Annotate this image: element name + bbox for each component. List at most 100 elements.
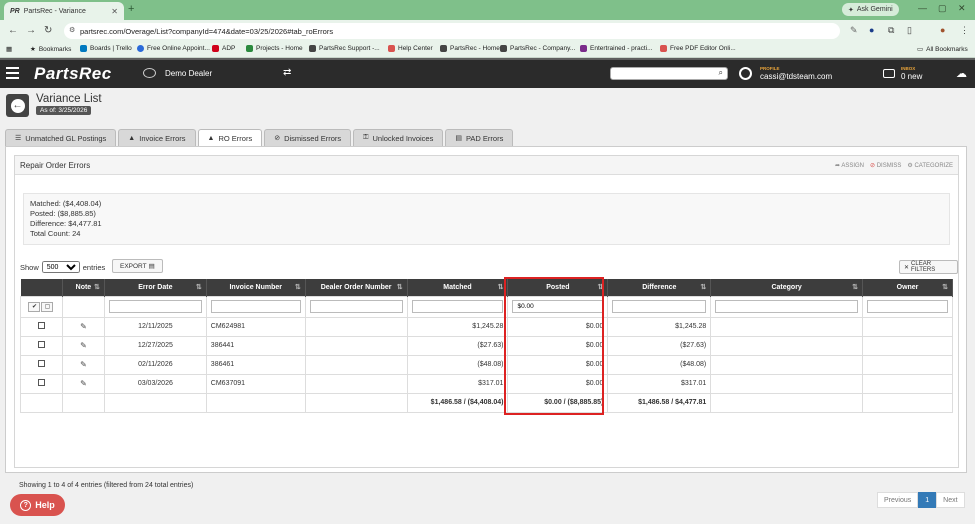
export-button[interactable]: EXPORT ▤ (112, 259, 163, 273)
extensions-puzzle-icon[interactable]: ⧉ (888, 25, 894, 36)
select-all-checkbox-icon[interactable]: ✔ (28, 301, 41, 312)
search-icon[interactable]: ⌕ (719, 68, 723, 78)
table-row[interactable]: ✎ 12/11/2025 CM624981 $1,245.28 $0.00 $1… (20, 316, 953, 337)
row-checkbox[interactable] (37, 322, 45, 329)
bookmark-item[interactable]: ADP (212, 45, 235, 52)
site-info-icon[interactable]: ⚙ (69, 26, 75, 34)
matched-filter-input[interactable] (411, 300, 504, 313)
column-header-error-date[interactable]: Error Date ⇅ (104, 279, 207, 296)
invoice-number-filter-input[interactable] (210, 300, 301, 313)
clear-filters-button[interactable]: ✕ CLEAR FILTERS (899, 260, 958, 274)
tab-invoice-errors[interactable]: ▲ Invoice Errors (118, 129, 196, 146)
table-row[interactable]: ✎ 02/11/2026 386461 ($48.08) $0.00 ($48.… (20, 354, 953, 375)
invoice-number-cell[interactable]: CM624981 (205, 316, 306, 337)
browser-menu-icon[interactable]: ⋮ (960, 25, 969, 36)
row-checkbox[interactable] (37, 379, 45, 386)
table-row[interactable]: ✎ 12/27/2025 386441 ($27.63) $0.00 ($27.… (20, 335, 953, 356)
maximize-icon[interactable]: ▢ (938, 3, 947, 14)
cloud-upload-icon[interactable]: ☁ (956, 67, 967, 80)
sort-icon[interactable]: ⇅ (498, 283, 504, 291)
edit-note-icon[interactable]: ✎ (80, 360, 87, 369)
column-header-matched[interactable]: Matched ⇅ (407, 279, 509, 296)
dealer-order-number-filter-input[interactable] (309, 300, 403, 313)
url-field[interactable]: ⚙ partsrec.com/Overage/List?companyId=47… (64, 23, 840, 39)
browser-tab-bar: PR PartsRec - Variance ✕ + ✦ Ask Gemini … (0, 0, 975, 20)
bookmark-item[interactable]: Help Center (388, 45, 433, 52)
back-nav-icon[interactable]: ← (8, 25, 18, 36)
assign-button[interactable]: ➦ ASSIGN (835, 162, 864, 169)
column-header-invoice-number[interactable]: Invoice Number ⇅ (206, 279, 306, 296)
apps-grid-icon[interactable]: ▦ (6, 45, 12, 53)
category-filter-input[interactable] (715, 300, 859, 313)
pen-extension-icon[interactable]: ✎ (850, 25, 858, 36)
bookmark-item[interactable]: ★ Bookmarks (30, 45, 71, 54)
dismiss-button[interactable]: ⊘ DISMISS (870, 162, 901, 169)
column-header-note[interactable]: Note ⇅ (62, 279, 105, 296)
error-date-filter-input[interactable] (108, 300, 202, 313)
ask-gemini-button[interactable]: ✦ Ask Gemini (842, 3, 899, 16)
forward-nav-icon[interactable]: → (26, 25, 36, 36)
tab-pad-errors[interactable]: ▤ PAD Errors (445, 129, 514, 146)
profile-user-icon[interactable] (739, 67, 752, 80)
back-button[interactable]: ← (6, 94, 29, 117)
extension-circle-icon[interactable]: ● (869, 25, 874, 35)
page-1-button[interactable]: 1 (918, 492, 937, 508)
sort-icon[interactable]: ⇅ (196, 283, 202, 291)
next-page-button[interactable]: Next (936, 492, 965, 508)
sort-icon[interactable]: ⇅ (94, 283, 100, 291)
bookmark-item[interactable]: PartsRec - Company... (500, 45, 575, 52)
owner-filter-input[interactable] (867, 300, 948, 313)
entries-select[interactable]: 500 (41, 261, 80, 273)
bookmark-item[interactable]: Entertrained - practi... (580, 45, 653, 52)
column-header-difference[interactable]: Difference ⇅ (607, 279, 712, 296)
sort-icon[interactable]: ⇅ (852, 283, 858, 291)
help-button[interactable]: ? Help (10, 494, 65, 516)
row-checkbox[interactable] (37, 341, 45, 348)
browser-tab[interactable]: PR PartsRec - Variance ✕ (4, 2, 124, 20)
close-tab-icon[interactable]: ✕ (111, 7, 118, 16)
bookmark-item[interactable]: Free Online Appoint... (137, 45, 210, 52)
table-row[interactable]: ✎ 03/03/2026 CM637091 $317.01 $0.00 $317… (20, 373, 953, 394)
new-tab-button[interactable]: + (128, 3, 134, 15)
switch-dealer-shuffle-icon[interactable]: ⇄ (283, 67, 291, 78)
sort-icon[interactable]: ⇅ (942, 283, 948, 291)
sort-icon[interactable]: ⇅ (295, 283, 301, 291)
minimize-icon[interactable]: — (918, 3, 927, 13)
tab-unlocked-invoices[interactable]: ⚿ Unlocked Invoices (353, 129, 444, 146)
bookmark-item[interactable]: Projects - Home (246, 45, 303, 52)
categorize-button[interactable]: ⚙ CATEGORIZE (907, 162, 953, 169)
deselect-all-checkbox-icon[interactable]: ▢ (41, 301, 54, 312)
sidepanel-icon[interactable]: ▯ (907, 25, 912, 36)
column-header-category[interactable]: Category ⇅ (710, 279, 864, 296)
profile-email[interactable]: cassi@tdsteam.com (760, 72, 832, 81)
row-checkbox[interactable] (37, 360, 45, 367)
all-bookmarks-item[interactable]: ▭ All Bookmarks (917, 45, 968, 54)
close-window-icon[interactable]: ✕ (958, 3, 966, 14)
bookmark-item[interactable]: PartsRec Support -... (309, 45, 380, 52)
invoice-number-cell[interactable]: 386441 (205, 335, 306, 356)
reload-icon[interactable]: ↻ (44, 25, 52, 36)
invoice-number-cell[interactable]: CM637091 (205, 373, 306, 394)
inbox-tray-icon[interactable] (883, 69, 895, 78)
dealer-name[interactable]: Demo Dealer (165, 69, 212, 78)
bookmark-item[interactable]: PartsRec - Home (440, 45, 500, 52)
edit-note-icon[interactable]: ✎ (80, 379, 87, 388)
tab-unmatched-gl-postings[interactable]: ☰ Unmatched GL Postings (5, 129, 117, 146)
inbox-count[interactable]: 0 new (901, 72, 922, 81)
sort-icon[interactable]: ⇅ (397, 283, 403, 291)
column-header-dealer-order-number[interactable]: Dealer Order Number ⇅ (305, 279, 408, 296)
edit-note-icon[interactable]: ✎ (80, 322, 87, 331)
bookmark-item[interactable]: Boards | Trello (80, 45, 132, 52)
hamburger-menu-icon[interactable] (6, 67, 19, 79)
bookmark-item[interactable]: Free PDF Editor Onli... (660, 45, 736, 52)
column-header-owner[interactable]: Owner ⇅ (862, 279, 953, 296)
header-search-input[interactable]: ⌕ (610, 67, 728, 80)
tab-ro-errors[interactable]: ▲ RO Errors (197, 129, 263, 147)
previous-page-button[interactable]: Previous (877, 492, 919, 508)
account-avatar-icon[interactable]: ● (940, 25, 945, 35)
edit-note-icon[interactable]: ✎ (80, 341, 87, 350)
invoice-number-cell[interactable]: 386461 (205, 354, 306, 375)
difference-filter-input[interactable] (612, 300, 707, 313)
tab-dismissed-errors[interactable]: ⊘ Dismissed Errors (264, 129, 352, 146)
sort-icon[interactable]: ⇅ (700, 283, 706, 291)
